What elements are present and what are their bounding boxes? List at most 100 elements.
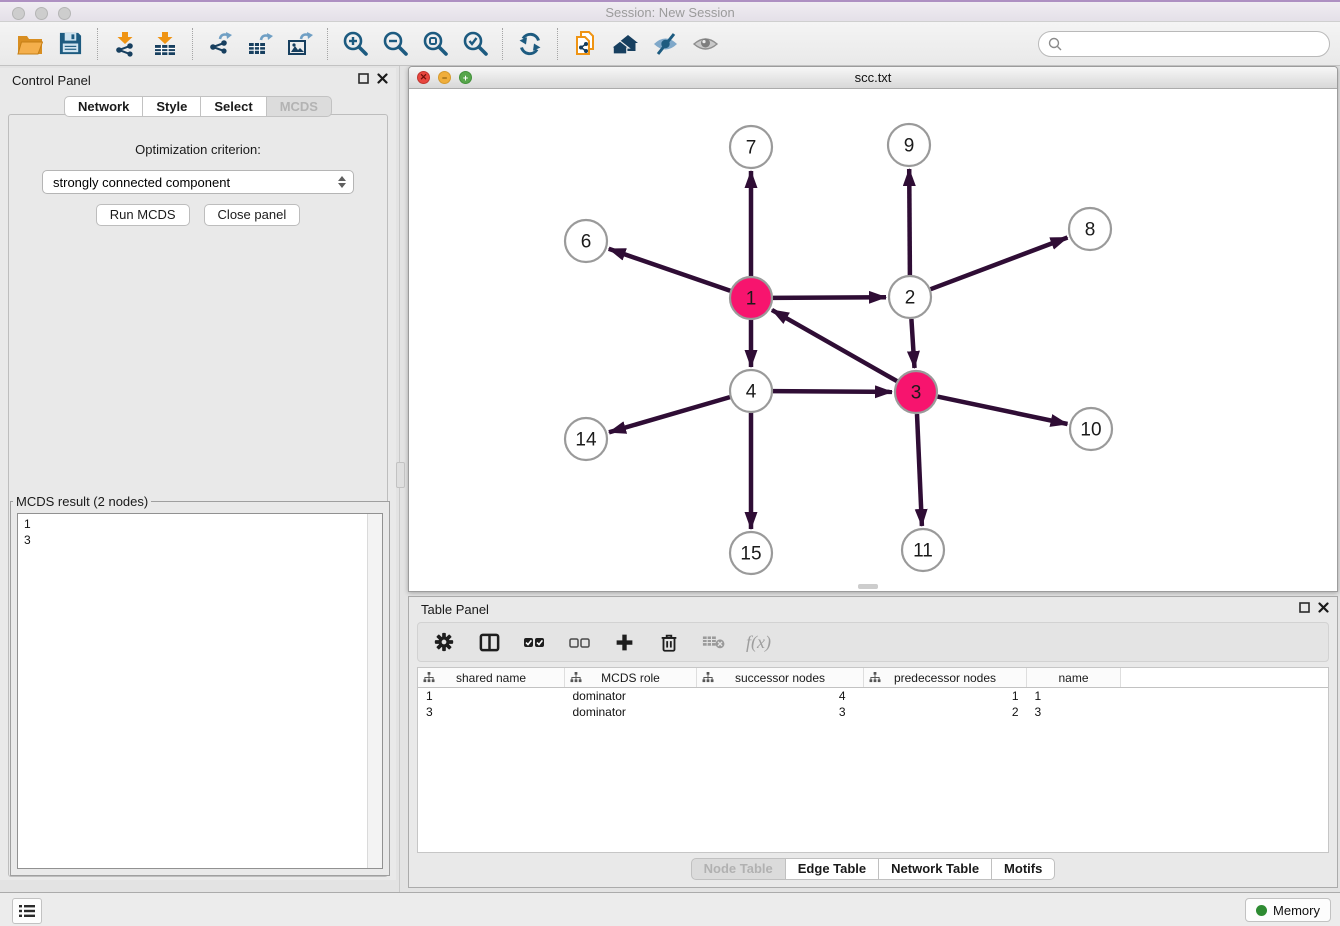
create-column-button[interactable] [611,629,637,655]
table-cell[interactable]: 3 [1027,704,1121,720]
table-cell[interactable]: 1 [1027,688,1121,705]
tab-select[interactable]: Select [200,96,266,117]
table-cell[interactable]: 1 [418,688,565,705]
tab-motifs[interactable]: Motifs [991,858,1055,880]
table-cell[interactable]: 2 [864,704,1027,720]
graph-edge-2-3[interactable] [911,319,914,368]
graph-edge-1-2[interactable] [773,297,886,298]
close-panel-button[interactable]: Close panel [204,204,301,226]
refresh-view-button[interactable] [510,26,550,62]
table-cell[interactable]: 3 [697,704,864,720]
table-panel-title: Table Panel [421,602,489,617]
table-cell[interactable]: 1 [864,688,1027,705]
criterion-select[interactable]: strongly connected component [42,170,354,194]
graph-node-3[interactable]: 3 [895,371,937,413]
fx-icon: f(x) [746,632,771,653]
column-header-name[interactable]: name [1027,668,1121,688]
graph-node-10[interactable]: 10 [1070,408,1112,450]
export-network-button[interactable] [200,26,240,62]
deselect-all-columns-button[interactable] [566,629,592,655]
graph-edge-3-1[interactable] [772,310,897,381]
task-history-button[interactable] [12,898,42,924]
zoom-selected-button[interactable] [455,26,495,62]
show-all-button[interactable] [685,26,725,62]
zoom-out-button[interactable] [375,26,415,62]
network-canvas[interactable]: 7 9 6 8 1 2 4 3 14 10 15 11 [410,89,1336,590]
graph-node-15[interactable]: 15 [730,532,772,574]
close-table-panel-icon[interactable] [1318,602,1329,613]
search-icon [1048,37,1062,51]
panel-divider-grip[interactable] [396,462,405,488]
delete-column-button[interactable] [656,629,682,655]
tab-node-table[interactable]: Node Table [691,858,786,880]
table-cell[interactable]: 4 [697,688,864,705]
graph-node-6[interactable]: 6 [565,220,607,262]
graph-node-8[interactable]: 8 [1069,208,1111,250]
function-builder-button[interactable]: f(x) [746,629,771,655]
graph-edge-2-9[interactable] [909,169,910,275]
table-cell[interactable]: 3 [418,704,565,720]
app-titlebar: Session: New Session [0,0,1340,22]
table-settings-button[interactable] [431,629,457,655]
toggle-panel-split-button[interactable] [476,629,502,655]
graph-edge-4-3[interactable] [773,391,892,392]
export-table-icon [247,31,273,57]
table-row[interactable]: 1dominator411 [418,688,1328,705]
svg-text:14: 14 [575,430,597,451]
graph-edge-2-8[interactable] [931,238,1068,290]
float-table-panel-icon[interactable] [1299,602,1310,613]
run-mcds-button[interactable]: Run MCDS [96,204,190,226]
column-header-predecessor-nodes[interactable]: predecessor nodes [864,668,1027,688]
close-panel-icon[interactable] [377,73,388,84]
tab-network[interactable]: Network [64,96,143,117]
search-box[interactable] [1038,31,1330,57]
export-network-icon [207,31,233,57]
mcds-result-list[interactable]: 13 [18,514,367,868]
tab-style[interactable]: Style [142,96,201,117]
zoom-in-button[interactable] [335,26,375,62]
graph-node-7[interactable]: 7 [730,126,772,168]
column-header-mcds-role[interactable]: MCDS role [565,668,697,688]
save-session-button[interactable] [50,26,90,62]
delete-table-button[interactable] [701,629,727,655]
home-button[interactable] [605,26,645,62]
column-header-successor-nodes[interactable]: successor nodes [697,668,864,688]
result-scrollbar[interactable] [367,514,382,868]
import-table-button[interactable] [145,26,185,62]
column-header-shared-name[interactable]: shared name [418,668,565,688]
export-table-button[interactable] [240,26,280,62]
select-all-columns-button[interactable] [521,629,547,655]
hide-selected-button[interactable] [645,26,685,62]
search-input[interactable] [1068,35,1320,52]
graph-node-2[interactable]: 2 [889,276,931,318]
canvas-scrollbar-handle[interactable] [858,584,878,589]
network-window-titlebar[interactable]: ✕ − + scc.txt [409,67,1337,89]
tab-edge-table[interactable]: Edge Table [785,858,879,880]
graph-node-11[interactable]: 11 [902,529,944,571]
graph-edge-3-10[interactable] [938,397,1068,424]
graph-edge-4-14[interactable] [609,397,730,432]
open-session-button[interactable] [10,26,50,62]
float-panel-icon[interactable] [358,73,369,84]
delete-table-icon [702,631,726,653]
network-from-selection-button[interactable] [565,26,605,62]
memory-label: Memory [1273,903,1320,918]
svg-text:3: 3 [911,383,922,404]
import-network-button[interactable] [105,26,145,62]
tab-network-table[interactable]: Network Table [878,858,992,880]
table-cell[interactable]: dominator [565,688,697,705]
tab-mcds[interactable]: MCDS [266,96,332,117]
graph-node-14[interactable]: 14 [565,418,607,460]
export-image-button[interactable] [280,26,320,62]
plus-icon [614,632,635,653]
graph-edge-1-6[interactable] [609,249,731,291]
table-row[interactable]: 3dominator323 [418,704,1328,720]
graph-node-9[interactable]: 9 [888,124,930,166]
graph-node-4[interactable]: 4 [730,370,772,412]
graph-edge-3-11[interactable] [917,414,922,526]
table-cell[interactable]: dominator [565,704,697,720]
zoom-fit-button[interactable] [415,26,455,62]
memory-button[interactable]: Memory [1245,898,1331,922]
graph-node-1[interactable]: 1 [730,277,772,319]
trash-icon [658,631,680,654]
